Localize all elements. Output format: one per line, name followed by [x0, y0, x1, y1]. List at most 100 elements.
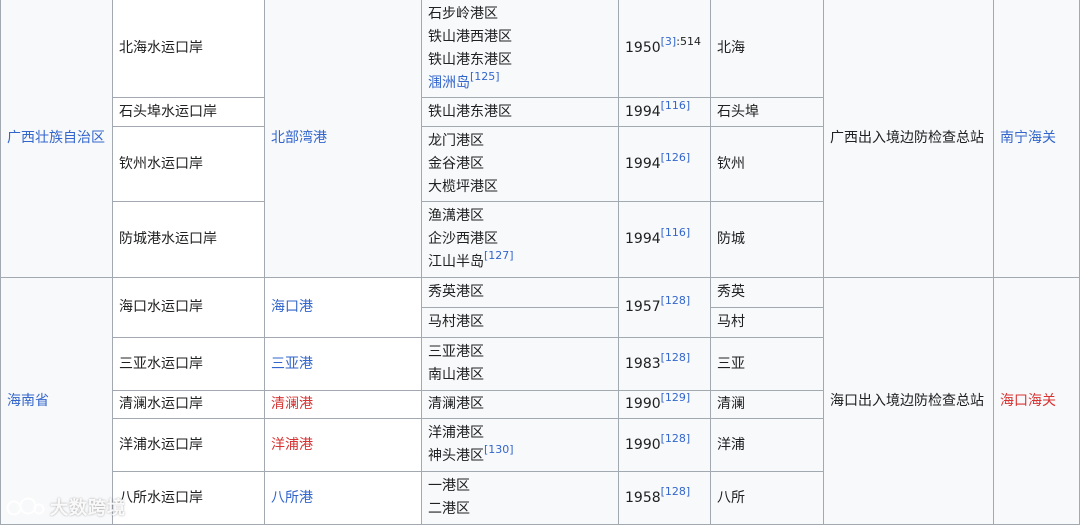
citation-link[interactable]: [116]	[661, 226, 691, 239]
place-cell: 防城	[710, 201, 824, 278]
port-cell: 八所水运口岸	[112, 471, 265, 525]
citation-link[interactable]: [126]	[661, 151, 691, 164]
area-item: 三亚港区	[428, 344, 484, 360]
areas-cell: 石步岭港区 铁山港西港区 铁山港东港区 涠洲岛[125]	[421, 0, 619, 98]
port-cell: 北海水运口岸	[112, 0, 265, 98]
harbor-link[interactable]: 清澜港	[271, 396, 313, 412]
areas-cell: 龙门港区 金谷港区 大榄坪港区	[421, 126, 619, 202]
watermark-logo-icon	[6, 497, 45, 516]
area-item: 铁山港东港区	[428, 103, 512, 120]
citation-link[interactable]: [3]	[661, 35, 677, 48]
province-cell: 海南省	[0, 277, 113, 525]
customs-cell: 海口海关	[993, 277, 1080, 525]
citation-link[interactable]: [127]	[484, 249, 514, 262]
customs-link[interactable]: 南宁海关	[1000, 130, 1056, 146]
areas-cell: 洋浦港区 神头港区[130]	[421, 418, 619, 472]
inspection-cell: 广西出入境边防检查总站	[823, 0, 994, 278]
harbor-cell: 北部湾港	[264, 0, 422, 278]
harbor-cell: 海口港	[264, 277, 422, 338]
areas-cell: 马村港区	[421, 307, 619, 338]
area-item: 铁山港东港区	[428, 51, 512, 68]
year-text: 1958	[625, 489, 661, 506]
harbor-link[interactable]: 洋浦港	[271, 437, 313, 453]
area-link[interactable]: 涠洲岛	[428, 75, 470, 91]
area-item: 秀英港区	[428, 284, 484, 300]
areas-cell: 一港区 二港区	[421, 471, 619, 525]
place-cell: 钦州	[710, 126, 824, 202]
harbor-link[interactable]: 三亚港	[271, 356, 313, 372]
year-text: 1983	[625, 355, 661, 372]
watermark: 大数跨境	[6, 492, 126, 522]
area-item: 清澜港区	[428, 396, 484, 412]
port-cell: 清澜水运口岸	[112, 390, 265, 419]
place-cell: 秀英	[710, 277, 824, 308]
place-cell: 清澜	[710, 390, 824, 419]
year-cell: 1994[116]	[618, 97, 711, 127]
watermark-text: 大数跨境	[50, 498, 126, 519]
citation-link[interactable]: [128]	[661, 351, 691, 364]
table-row: 广西壮族自治区 北海水运口岸 北部湾港 石步岭港区 铁山港西港区 铁山港东港区 …	[0, 0, 1080, 278]
year-cell: 1990[128]	[618, 418, 711, 472]
areas-cell: 清澜港区	[421, 390, 619, 419]
year-cell: 1950[3]:514	[618, 0, 711, 98]
year-cell: 1990[129]	[618, 390, 711, 419]
year-text: 1994	[625, 231, 661, 247]
year-text: 1957	[625, 299, 661, 315]
customs-cell: 南宁海关	[993, 0, 1080, 278]
area-item: 大榄坪港区	[428, 178, 498, 195]
area-item: 南山港区	[428, 367, 484, 383]
port-cell: 石头埠水运口岸	[112, 97, 265, 127]
citation-link[interactable]: [125]	[470, 70, 500, 83]
ports-table: 广西壮族自治区 北海水运口岸 北部湾港 石步岭港区 铁山港西港区 铁山港东港区 …	[0, 0, 1080, 525]
harbor-cell: 三亚港	[264, 337, 422, 391]
year-text: 1950	[625, 40, 661, 56]
port-cell: 三亚水运口岸	[112, 337, 265, 391]
year-text: 1994	[625, 103, 661, 120]
area-item: 金谷港区	[428, 155, 484, 172]
port-cell: 洋浦水运口岸	[112, 418, 265, 472]
harbor-link[interactable]: 海口港	[271, 299, 313, 315]
citation-page: :514	[676, 35, 701, 49]
year-text: 1990	[625, 396, 661, 412]
year-text: 1990	[625, 436, 661, 453]
customs-link[interactable]: 海口海关	[1000, 393, 1056, 409]
citation-link[interactable]: [128]	[661, 294, 691, 307]
area-item: 江山半岛	[428, 254, 484, 270]
province-link[interactable]: 海南省	[7, 393, 49, 409]
area-item: 神头港区	[428, 448, 484, 464]
area-item: 马村港区	[428, 314, 484, 330]
areas-cell: 铁山港东港区	[421, 97, 619, 127]
citation-link[interactable]: [128]	[661, 432, 691, 445]
port-cell: 海口水运口岸	[112, 277, 265, 338]
harbor-cell: 八所港	[264, 471, 422, 525]
areas-cell: 渔澫港区 企沙西港区 江山半岛[127]	[421, 201, 619, 278]
year-cell: 1957[128]	[618, 277, 711, 338]
citation-link[interactable]: [128]	[661, 485, 691, 498]
citation-link[interactable]: [129]	[661, 392, 691, 405]
harbor-cell: 清澜港	[264, 390, 422, 419]
province-cell: 广西壮族自治区	[0, 0, 113, 278]
areas-cell: 三亚港区 南山港区	[421, 337, 619, 391]
year-cell: 1994[126]	[618, 126, 711, 202]
place-cell: 马村	[710, 307, 824, 338]
areas-cell: 秀英港区	[421, 277, 619, 308]
table-row: 海南省 海口水运口岸 海口港 秀英港区 1957[128] 秀英 海口出入境边防…	[0, 277, 1080, 525]
harbor-link[interactable]: 北部湾港	[271, 130, 327, 146]
province-link[interactable]: 广西壮族自治区	[7, 130, 105, 146]
year-text: 1994	[625, 155, 661, 172]
place-cell: 三亚	[710, 337, 824, 391]
place-cell: 八所	[710, 471, 824, 525]
year-cell: 1958[128]	[618, 471, 711, 525]
area-item: 渔澫港区	[428, 208, 484, 224]
harbor-link[interactable]: 八所港	[271, 490, 313, 506]
citation-link[interactable]: [130]	[484, 443, 514, 456]
port-cell: 防城港水运口岸	[112, 201, 265, 278]
place-cell: 石头埠	[710, 97, 824, 127]
citation-link[interactable]: [116]	[661, 99, 691, 112]
area-item: 企沙西港区	[428, 231, 498, 247]
area-item: 二港区	[428, 501, 470, 517]
area-item: 一港区	[428, 478, 470, 494]
area-item: 龙门港区	[428, 132, 484, 149]
place-cell: 北海	[710, 0, 824, 98]
harbor-cell: 洋浦港	[264, 418, 422, 472]
